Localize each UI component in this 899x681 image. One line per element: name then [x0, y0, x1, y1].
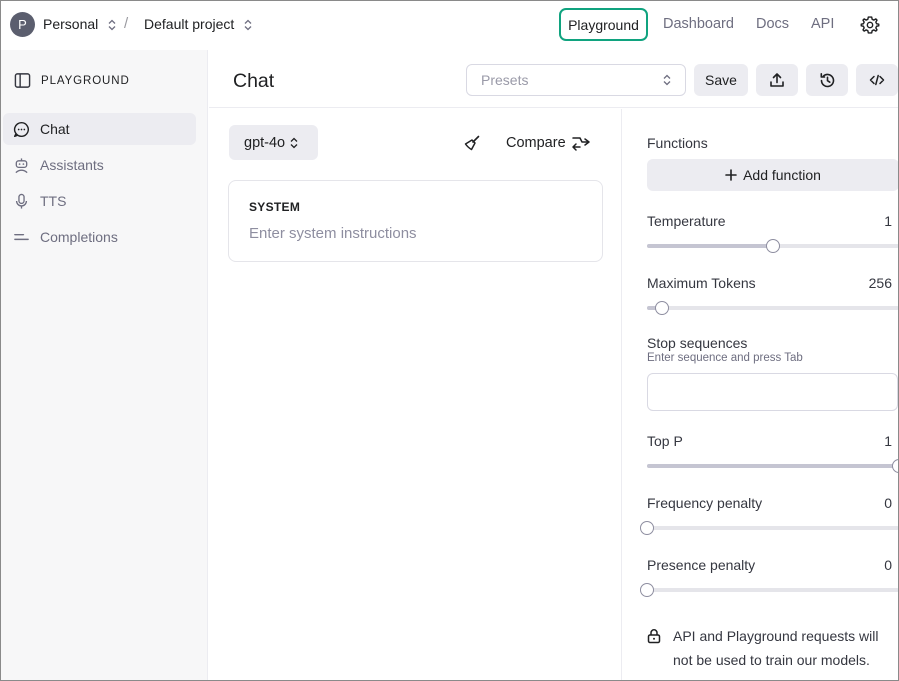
chevron-updown-icon	[290, 137, 298, 148]
system-instructions-input[interactable]: Enter system instructions	[249, 225, 417, 242]
model-select[interactable]: gpt-4o	[229, 125, 318, 160]
slider-thumb[interactable]	[640, 521, 654, 535]
breadcrumb-separator: /	[124, 15, 129, 32]
slider-fill	[647, 244, 773, 248]
slider-fill	[647, 464, 899, 468]
slider-thumb[interactable]	[892, 459, 899, 473]
sidebar-item-completions[interactable]: Completions	[3, 221, 196, 253]
main-header: Chat Presets Save	[209, 50, 899, 108]
slider-thumb[interactable]	[640, 583, 654, 597]
chat-panel: gpt-4o Compare SYSTEM Enter system instr…	[209, 109, 622, 681]
upload-icon	[770, 73, 784, 87]
notice-text: API and Playground requests will not be …	[673, 628, 879, 668]
chevron-updown-icon	[663, 74, 671, 86]
stop-sequences-input[interactable]	[647, 373, 898, 411]
microphone-icon	[15, 193, 28, 209]
frequency-penalty-label: Frequency penalty	[647, 495, 763, 511]
page-title: Chat	[233, 70, 275, 92]
sidebar-toggle-icon[interactable]	[14, 72, 31, 89]
top-bar: P Personal / Default project Playground …	[0, 0, 899, 50]
org-switcher[interactable]: Personal	[43, 16, 116, 32]
functions-label: Functions	[647, 135, 708, 151]
system-label: SYSTEM	[249, 200, 301, 214]
nav-api[interactable]: API	[811, 16, 834, 32]
compare-arrows-icon[interactable]	[571, 134, 591, 152]
org-avatar[interactable]: P	[10, 12, 35, 37]
project-switcher[interactable]: Default project	[144, 16, 252, 32]
sidebar-item-chat[interactable]: Chat	[3, 113, 196, 145]
max-tokens-slider[interactable]	[647, 301, 899, 315]
history-icon	[820, 72, 834, 87]
sidebar-item-label: Chat	[40, 121, 70, 137]
history-button[interactable]	[806, 64, 848, 96]
sidebar-title: PLAYGROUND	[41, 74, 130, 87]
settings-panel: Functions Add function Temperature 1 Max…	[623, 109, 899, 681]
robot-icon	[15, 157, 28, 173]
lock-icon	[647, 629, 661, 644]
save-button[interactable]: Save	[694, 64, 748, 96]
max-tokens-label: Maximum Tokens	[647, 275, 756, 291]
presets-select[interactable]: Presets	[466, 64, 686, 96]
presence-penalty-slider[interactable]	[640, 583, 899, 597]
system-prompt-box[interactable]: SYSTEM Enter system instructions	[228, 180, 603, 262]
project-name: Default project	[144, 16, 235, 32]
lines-icon	[14, 233, 29, 240]
add-function-button[interactable]: Add function	[647, 159, 899, 191]
temperature-slider[interactable]	[647, 239, 899, 253]
top-p-slider[interactable]	[647, 459, 899, 473]
nav-dashboard[interactable]: Dashboard	[663, 16, 734, 32]
slider-thumb[interactable]	[655, 301, 670, 315]
top-p-value[interactable]: 1	[884, 433, 892, 449]
sidebar-item-tts[interactable]: TTS	[3, 185, 196, 217]
frequency-penalty-value[interactable]: 0	[884, 495, 892, 511]
temperature-label: Temperature	[647, 213, 726, 229]
add-function-label: Add function	[743, 167, 821, 183]
plus-icon	[725, 169, 737, 181]
gear-icon[interactable]	[860, 15, 880, 35]
nav-playground[interactable]: Playground	[559, 8, 648, 41]
stop-sequences-hint: Enter sequence and press Tab	[647, 352, 803, 364]
presence-penalty-value[interactable]: 0	[884, 557, 892, 573]
org-name: Personal	[43, 16, 99, 32]
chevron-updown-icon	[108, 19, 116, 31]
presence-penalty-label: Presence penalty	[647, 557, 756, 573]
temperature-value[interactable]: 1	[884, 213, 892, 229]
nav-docs[interactable]: Docs	[756, 16, 789, 32]
max-tokens-value[interactable]: 256	[869, 275, 892, 291]
view-code-button[interactable]	[856, 64, 898, 96]
frequency-penalty-slider[interactable]	[640, 521, 899, 535]
chat-bubble-icon	[13, 121, 29, 137]
code-icon	[869, 74, 885, 86]
training-notice: API and Playground requests will not be …	[647, 624, 892, 672]
compare-button[interactable]: Compare	[506, 135, 566, 151]
sidebar-item-assistants[interactable]: Assistants	[3, 149, 196, 181]
sidebar-item-label: Assistants	[40, 157, 104, 173]
presets-placeholder: Presets	[481, 72, 529, 88]
sidebar-item-label: Completions	[40, 229, 118, 245]
sidebar-header: PLAYGROUND	[14, 72, 130, 89]
model-name: gpt-4o	[244, 134, 286, 151]
stop-sequences-label: Stop sequences	[647, 335, 748, 351]
slider-thumb[interactable]	[766, 239, 780, 253]
sidebar: PLAYGROUND Chat Assistants TTS Completio…	[0, 50, 208, 681]
share-button[interactable]	[756, 64, 798, 96]
sidebar-item-label: TTS	[40, 193, 67, 209]
top-p-label: Top P	[647, 433, 683, 449]
chevron-updown-icon	[244, 19, 252, 31]
clear-broom-icon[interactable]	[463, 134, 481, 152]
